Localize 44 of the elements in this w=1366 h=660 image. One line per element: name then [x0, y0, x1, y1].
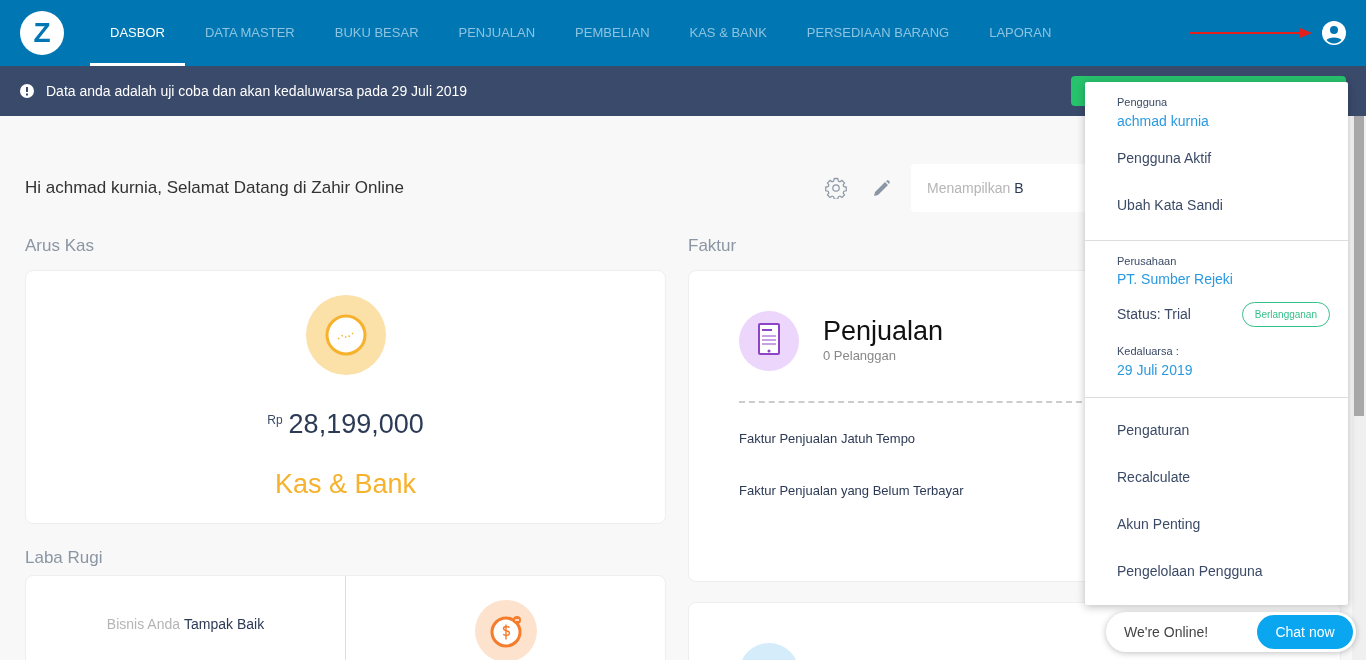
menu-item[interactable]: Recalculate [1117, 466, 1191, 488]
customer-count: 0 Pelanggan [823, 347, 897, 366]
nav-tab[interactable]: LAPORAN [969, 0, 1072, 66]
invoice-document-icon [739, 311, 799, 372]
menu-item[interactable]: Pengelolaan Pengguna [1117, 560, 1263, 582]
menu-item[interactable]: Akun Penting [1117, 513, 1201, 535]
chat-status: We're Online! [1124, 622, 1209, 642]
chat-now-button[interactable]: Chat now [1257, 615, 1353, 649]
company-name: PT. Sumber Rejeki [1117, 270, 1234, 289]
status-text: Status: Trial [1117, 305, 1191, 324]
status-text: Tampak Baik [184, 614, 265, 634]
menu-item[interactable]: Pengaturan [1117, 419, 1190, 441]
welcome-text: Hi achmad kurnia, Selamat Datang di Zahir Online [25, 177, 404, 200]
currency-label: Rp [267, 412, 283, 430]
coin-chart-icon [305, 295, 386, 376]
settings-icon[interactable] [825, 177, 847, 199]
expiry-label: Kedaluarsa : [1117, 344, 1180, 359]
section-title: Laba Rugi [25, 547, 103, 570]
nav-tab[interactable]: PERSEDIAAN BARANG [786, 0, 970, 66]
expiry-date: 29 Juli 2019 [1117, 360, 1194, 380]
cash-amount: 28,199,000 [288, 411, 424, 439]
cash-label: Kas & Bank [274, 468, 417, 502]
menu-item[interactable]: Ubah Kata Sandi [1117, 194, 1223, 216]
edit-icon[interactable] [873, 179, 891, 197]
display-label: Menampilkan [927, 178, 1011, 198]
user-name: achmad kurnia [1117, 111, 1210, 131]
scrollbar-thumb[interactable] [1354, 116, 1364, 416]
nav-tab[interactable]: PEMBELIAN [555, 0, 670, 66]
invoice-title: Penjualan [823, 316, 944, 347]
menu-item[interactable]: Pengguna Aktif [1117, 147, 1212, 169]
nav-tab[interactable]: PENJUALAN [438, 0, 556, 66]
display-value: B [1014, 178, 1024, 198]
app-logo[interactable]: Z [20, 11, 64, 55]
banner-message: Data anda adalah uji coba dan akan kedaluwarsa pada 29 Juli 2019 [46, 81, 468, 101]
user-label: Pengguna [1117, 95, 1169, 110]
user-account-icon[interactable] [1322, 21, 1346, 45]
nav-tab[interactable]: KAS & BANK [669, 0, 787, 66]
section-title: Arus Kas [25, 235, 94, 257]
status-prefix: Bisnis Anda [106, 614, 180, 634]
nav-tab[interactable]: BUKU BESAR [314, 0, 439, 66]
nav-tab[interactable]: DATA MASTER [184, 0, 315, 66]
alert-icon [20, 84, 34, 98]
company-label: Perusahaan [1117, 253, 1178, 269]
section-title: Faktur [688, 235, 737, 257]
